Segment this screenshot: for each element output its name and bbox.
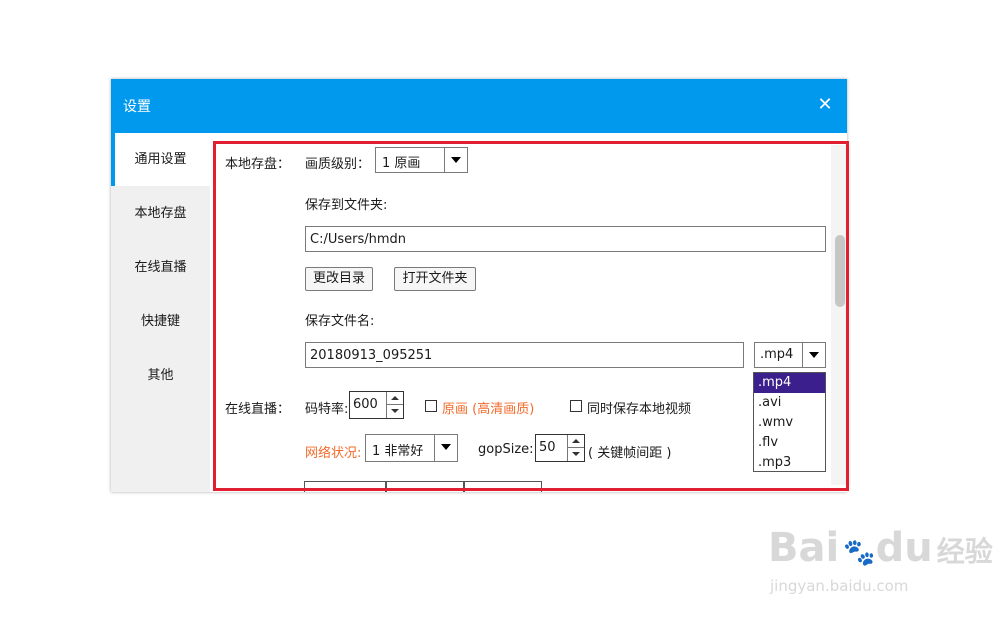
sidebar-item-label: 本地存盘 — [134, 206, 187, 221]
gop-hint: ( 关键帧间距 ) — [588, 446, 672, 461]
gop-label: gopSize: — [478, 442, 534, 457]
watermark-brand-2: du — [875, 525, 933, 571]
vertical-scrollbar[interactable] — [831, 145, 851, 485]
paw-icon: 🐾 — [843, 538, 876, 568]
increment-icon[interactable] — [568, 435, 584, 448]
decrement-icon[interactable] — [387, 405, 403, 418]
filename-input[interactable] — [310, 346, 704, 364]
dialog-title: 设置 — [123, 99, 151, 115]
bitrate-stepper[interactable]: 600 — [349, 391, 404, 419]
sidebar-item-hotkeys[interactable]: 快捷键 — [111, 295, 210, 348]
scrollbar-thumb[interactable] — [835, 235, 845, 307]
extension-option[interactable]: .mp4 — [754, 373, 825, 393]
baidu-watermark-logo: Bai 🐾du 经验 — [768, 525, 993, 571]
extension-value: .mp4 — [760, 347, 794, 362]
extension-select[interactable]: .mp4 — [754, 342, 826, 368]
quality-value: 1 原画 — [382, 156, 421, 171]
settings-dialog: 设置 ✕ 通用设置 本地存盘 在线直播 快捷键 其他 本地存盘： 画质级别： 1… — [111, 79, 847, 492]
decrement-icon[interactable] — [568, 448, 584, 461]
extension-option[interactable]: .mp3 — [754, 453, 825, 473]
chevron-down-icon — [434, 435, 457, 461]
title-bar: 设置 ✕ — [111, 79, 847, 133]
live-section-label: 在线直播： — [225, 402, 291, 417]
chevron-down-icon — [444, 148, 467, 172]
watermark-brand: Bai — [768, 525, 840, 571]
settings-content: 本地存盘： 画质级别： 1 原画 保存到文件夹: 更改目录 打开文件夹 保存文件… — [210, 133, 847, 492]
original-quality-label: 原画 (高清画质) — [442, 402, 535, 417]
sidebar-item-local-storage[interactable]: 本地存盘 — [111, 187, 210, 240]
folder-path-input[interactable] — [310, 230, 778, 248]
chevron-down-icon — [802, 343, 825, 367]
folder-path-field[interactable] — [305, 226, 826, 252]
sidebar-item-other[interactable]: 其他 — [111, 349, 210, 402]
extension-option[interactable]: .avi — [754, 393, 825, 413]
open-folder-button[interactable]: 打开文件夹 — [394, 267, 476, 291]
partial-button[interactable] — [304, 481, 386, 492]
filename-label: 保存文件名: — [305, 314, 375, 329]
folder-label: 保存到文件夹: — [305, 198, 388, 213]
also-save-local-label: 同时保存本地视频 — [587, 402, 692, 417]
sidebar-item-label: 在线直播 — [134, 260, 187, 275]
filename-field[interactable] — [305, 342, 744, 368]
increment-icon[interactable] — [387, 392, 403, 405]
sidebar-item-label: 快捷键 — [140, 314, 180, 329]
quality-label: 画质级别： — [305, 157, 371, 172]
partial-button[interactable] — [464, 481, 542, 492]
extension-option[interactable]: .flv — [754, 433, 825, 453]
extension-dropdown-list: .mp4 .avi .wmv .flv .mp3 — [753, 372, 826, 472]
sidebar-item-label: 通用设置 — [134, 152, 187, 167]
network-value: 1 非常好 — [372, 444, 424, 459]
local-section-label: 本地存盘： — [225, 157, 291, 172]
sidebar-item-live[interactable]: 在线直播 — [111, 241, 210, 294]
stepper-buttons — [386, 392, 403, 418]
network-label: 网络状况: — [305, 446, 362, 461]
network-select[interactable]: 1 非常好 — [365, 434, 458, 462]
watermark-brand-cn: 经验 — [936, 535, 993, 568]
gop-stepper[interactable]: 50 — [535, 434, 585, 462]
close-icon[interactable]: ✕ — [815, 95, 835, 115]
bitrate-value: 600 — [353, 397, 378, 412]
original-quality-checkbox[interactable] — [425, 400, 437, 412]
stepper-buttons — [567, 435, 584, 461]
change-directory-button[interactable]: 更改目录 — [305, 267, 373, 291]
watermark-url: jingyan.baidu.com — [770, 577, 909, 595]
active-indicator — [111, 133, 115, 186]
quality-select[interactable]: 1 原画 — [375, 147, 468, 173]
sidebar: 通用设置 本地存盘 在线直播 快捷键 其他 — [111, 133, 210, 492]
sidebar-item-label: 其他 — [147, 368, 174, 383]
gop-value: 50 — [539, 440, 556, 455]
partial-button[interactable] — [386, 481, 464, 492]
sidebar-item-general[interactable]: 通用设置 — [111, 133, 210, 186]
bitrate-label: 码特率: — [305, 402, 349, 417]
also-save-local-checkbox[interactable] — [570, 400, 582, 412]
extension-option[interactable]: .wmv — [754, 413, 825, 433]
